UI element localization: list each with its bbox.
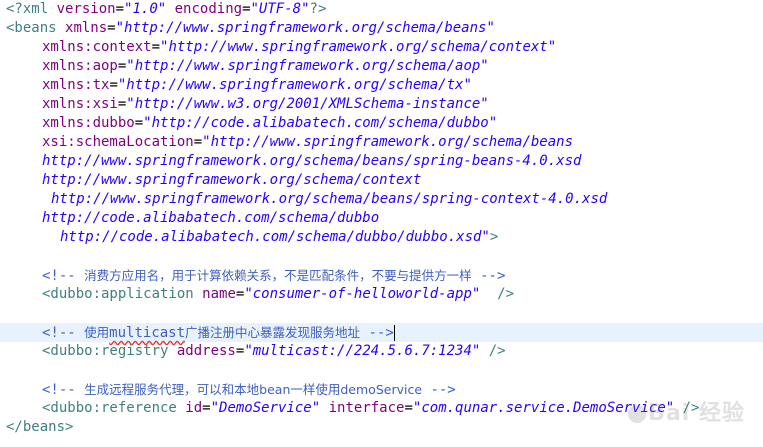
comment-text-use: 使用 bbox=[84, 325, 110, 340]
schema-location-url: http://www.springframework.org/schema/be… bbox=[42, 153, 582, 169]
paw-logo-icon bbox=[628, 405, 647, 423]
value-xmlns-dubbo: "http://code.alibabatech.com/schema/dubb… bbox=[143, 115, 498, 131]
code-line-16: <dubbo:application name="consumer-of-hel… bbox=[42, 285, 514, 304]
code-line-2: <beans xmlns="http://www.springframework… bbox=[6, 19, 495, 38]
value-xmlns-aop: "http://www.springframework.org/schema/a… bbox=[126, 58, 489, 74]
xml-code-editor[interactable]: <?xml version="1.0" encoding="UTF-8"?> <… bbox=[0, 0, 763, 447]
attr-schema-location: xsi:schemaLocation bbox=[42, 134, 194, 150]
comment-close: --> bbox=[422, 382, 456, 398]
comment-text: 消费方应用名，用于计算依赖关系，不是匹配条件，不要与提供方一样 bbox=[84, 268, 472, 283]
equals: = bbox=[134, 115, 144, 131]
code-line-4: xmlns:aop="http://www.springframework.or… bbox=[42, 57, 489, 76]
equals: = bbox=[107, 20, 116, 36]
value-address: "multicast://224.5.6.7:1234" bbox=[244, 343, 481, 359]
schema-location-url: http://www.springframework.org/schema/be… bbox=[51, 191, 608, 207]
value-xmlns-xsi: "http://www.w3.org/2001/XMLSchema-instan… bbox=[126, 96, 489, 112]
value-xmlns-tx: "http://www.springframework.org/schema/t… bbox=[117, 77, 472, 93]
comment-open: <!-- bbox=[42, 382, 85, 398]
comment-close: --> bbox=[360, 325, 394, 341]
code-line-15: <!-- 消费方应用名，用于计算依赖关系，不是匹配条件，不要与提供方一样 --> bbox=[42, 266, 505, 285]
attr-xmlns-context: xmlns:context bbox=[42, 39, 152, 55]
attr-interface: interface bbox=[328, 400, 405, 416]
value-encoding: "UTF-8" bbox=[250, 1, 310, 17]
value-id: "DemoService" bbox=[210, 400, 321, 416]
beans-open-tag-close: > bbox=[489, 229, 499, 245]
attr-version: version bbox=[56, 1, 116, 17]
code-line-22: <dubbo:reference id="DemoService" interf… bbox=[42, 399, 700, 418]
attr-xmlns-dubbo: xmlns:dubbo bbox=[42, 115, 135, 131]
code-line-7: xmlns:dubbo="http://code.alibabatech.com… bbox=[42, 114, 497, 133]
attr-xmlns-aop: xmlns:aop bbox=[42, 58, 118, 74]
code-line-3: xmlns:context="http://www.springframewor… bbox=[42, 38, 556, 57]
attr-address: address bbox=[176, 343, 236, 359]
comment-multicast-spelling: multicast bbox=[109, 325, 186, 341]
dubbo-registry-tag: <dubbo:registry bbox=[42, 343, 177, 359]
tag-self-close: /> bbox=[480, 286, 515, 302]
code-line-9: http://www.springframework.org/schema/be… bbox=[42, 152, 581, 171]
equals: = bbox=[193, 134, 203, 150]
equals: = bbox=[109, 77, 118, 93]
watermark-text: Bai 经验 bbox=[648, 401, 745, 426]
equals: = bbox=[242, 1, 251, 17]
dubbo-application-tag: <dubbo:application bbox=[42, 286, 203, 302]
value-schema-location: "http://www.springframework.org/schema/b… bbox=[202, 134, 574, 150]
schema-location-url: http://www.springframework.org/schema/co… bbox=[42, 172, 422, 188]
xml-declaration-open: <?xml bbox=[6, 1, 57, 17]
comment-close: --> bbox=[471, 268, 506, 284]
schema-location-url: http://code.alibabatech.com/schema/dubbo bbox=[42, 210, 380, 226]
value-xmlns: "http://www.springframework.org/schema/b… bbox=[115, 20, 495, 36]
equals: = bbox=[151, 39, 161, 55]
code-line-21: <!-- 生成远程服务代理，可以和本地bean一样使用demoService -… bbox=[42, 380, 456, 399]
attr-id: id bbox=[185, 400, 203, 416]
schema-location-url: http://code.alibabatech.com/schema/dubbo… bbox=[60, 229, 490, 245]
tag-self-close: /> bbox=[480, 343, 506, 359]
attr-name: name bbox=[202, 286, 236, 302]
code-line-6: xmlns:xsi="http://www.w3.org/2001/XMLSch… bbox=[42, 95, 489, 114]
comment-text-registry: 广播注册中心暴露发现服务地址 bbox=[185, 325, 361, 340]
code-line-18-current[interactable]: <!-- 使用multicast广播注册中心暴露发现服务地址 --> bbox=[0, 323, 763, 342]
attr-xmlns: xmlns bbox=[65, 20, 108, 36]
beans-open-tag: <beans bbox=[6, 20, 66, 36]
attr-xmlns-xsi: xmlns:xsi bbox=[42, 96, 118, 112]
comment-text: 生成远程服务代理，可以和本地bean一样使用demoService bbox=[84, 382, 423, 397]
code-line-8: xsi:schemaLocation="http://www.springfra… bbox=[42, 133, 573, 152]
comment-open: <!-- bbox=[42, 325, 85, 341]
attr-encoding: encoding bbox=[174, 1, 243, 17]
code-line-23: </beans> bbox=[6, 418, 73, 437]
comment-open: <!-- bbox=[42, 268, 85, 284]
attr-xmlns-tx: xmlns:tx bbox=[42, 77, 110, 93]
equals: = bbox=[404, 400, 413, 416]
code-line-1: <?xml version="1.0" encoding="UTF-8"?> bbox=[6, 0, 326, 19]
value-version: "1.0" bbox=[124, 1, 167, 17]
code-line-12: http://code.alibabatech.com/schema/dubbo bbox=[42, 209, 379, 228]
equals: = bbox=[115, 1, 125, 17]
dubbo-reference-tag: <dubbo:reference bbox=[42, 400, 186, 416]
baidu-jingyan-watermark: Bai 经验 bbox=[626, 395, 745, 427]
equals: = bbox=[202, 400, 211, 416]
xml-declaration-close: ?> bbox=[309, 1, 327, 17]
value-xmlns-context: "http://www.springframework.org/schema/c… bbox=[160, 39, 557, 55]
value-name: "consumer-of-helloworld-app" bbox=[244, 286, 481, 302]
beans-close-tag: </beans> bbox=[6, 419, 74, 435]
code-line-13: http://code.alibabatech.com/schema/dubbo… bbox=[60, 228, 498, 247]
code-line-19: <dubbo:registry address="multicast://224… bbox=[42, 342, 506, 361]
text-caret bbox=[393, 325, 395, 341]
code-line-11: http://www.springframework.org/schema/be… bbox=[51, 190, 607, 209]
code-line-5: xmlns:tx="http://www.springframework.org… bbox=[42, 76, 472, 95]
code-line-10: http://www.springframework.org/schema/co… bbox=[42, 171, 421, 190]
